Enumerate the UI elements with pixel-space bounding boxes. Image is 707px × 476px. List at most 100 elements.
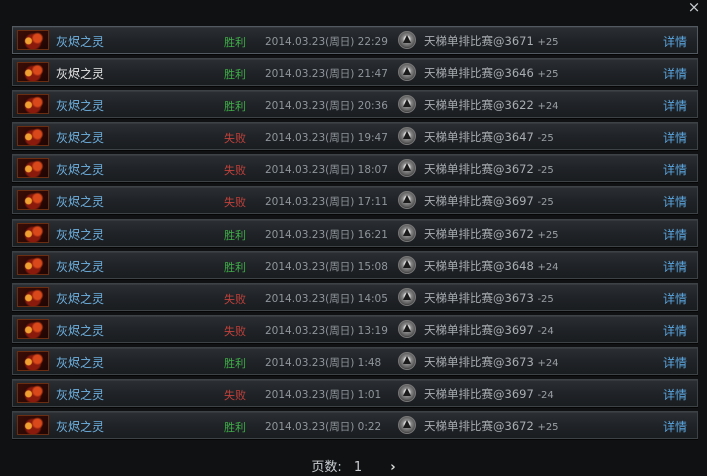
details-link[interactable]: 详情 [663,418,687,435]
hero-name[interactable]: 灰烬之灵 [56,322,104,339]
hero-portrait-icon [17,158,49,179]
details-link[interactable]: 详情 [663,193,687,210]
match-row[interactable]: 灰烬之灵 胜利 2014.03.23(周日) 0:22 天梯单排比赛@3672 +25… [12,411,698,440]
match-info: 天梯单排比赛@3673 +24 [424,354,559,370]
hero-name[interactable]: 灰烬之灵 [56,97,104,114]
score-change: +24 [537,101,559,113]
details-link[interactable]: 详情 [663,161,687,178]
hero-portrait-icon [17,254,49,275]
close-icon[interactable]: × [687,0,701,15]
match-info: 天梯单排比赛@3646 +25 [424,65,559,81]
hero-name[interactable]: 灰烬之灵 [56,129,104,146]
score-change: +25 [537,37,559,48]
match-time: 2014.03.23(周日) 22:29 [265,36,388,48]
match-row[interactable]: 灰烬之灵 失败 2014.03.23(周日) 1:01 天梯单排比赛@3697 -24… [12,379,698,408]
ladder-mode-icon [398,159,416,178]
ladder-mode-icon [398,63,416,82]
match-name: 天梯单排比赛@3672 [424,226,534,241]
match-info: 天梯单排比赛@3671 +25 [424,33,559,49]
details-link[interactable]: 详情 [663,290,687,307]
match-time: 2014.03.23(周日) 13:19 [265,324,388,337]
match-name: 天梯单排比赛@3673 [424,354,534,369]
hero-portrait-icon [17,350,49,371]
match-info: 天梯单排比赛@3697 -24 [424,322,554,338]
match-info: 天梯单排比赛@3622 +24 [424,97,559,113]
match-result: 胜利 [224,36,246,49]
hero-portrait-icon [17,190,49,211]
hero-portrait-icon [17,30,49,50]
score-change: -25 [537,133,554,145]
match-info: 天梯单排比赛@3672 +25 [424,418,559,434]
hero-name[interactable]: 灰烬之灵 [56,33,104,50]
match-name: 天梯单排比赛@3672 [424,162,534,177]
match-row[interactable]: 灰烬之灵 胜利 2014.03.23(周日) 16:21 天梯单排比赛@3672 +2… [12,218,698,247]
match-row[interactable]: 灰烬之灵 失败 2014.03.23(周日) 14:05 天梯单排比赛@3673 -2… [12,282,698,311]
hero-name[interactable]: 灰烬之灵 [56,386,104,403]
match-result: 胜利 [224,228,246,242]
match-info: 天梯单排比赛@3697 -24 [424,386,554,402]
ladder-mode-icon [398,191,416,210]
match-row[interactable]: 灰烬之灵 胜利 2014.03.23(周日) 20:36 天梯单排比赛@3622 +2… [12,90,698,119]
hero-name[interactable]: 灰烬之灵 [56,418,104,435]
hero-name[interactable]: 灰烬之灵 [56,354,104,371]
match-info: 天梯单排比赛@3648 +24 [424,258,559,274]
details-link[interactable]: 详情 [663,386,687,403]
hero-name[interactable]: 灰烬之灵 [56,161,104,178]
hero-name[interactable]: 灰烬之灵 [56,258,104,275]
match-row[interactable]: 灰烬之灵 胜利 2014.03.23(周日) 22:29 天梯单排比赛@3671 +2… [12,26,698,54]
pagination: 页数: 1 › [0,456,707,475]
match-result: 胜利 [224,68,246,82]
score-change: +25 [537,422,559,434]
match-row[interactable]: 灰烬之灵 胜利 2014.03.23(周日) 21:47 天梯单排比赛@3646 +2… [12,58,698,87]
match-time: 2014.03.23(周日) 18:07 [265,164,388,177]
ladder-mode-icon [398,95,416,114]
match-result: 胜利 [224,356,246,370]
match-result: 胜利 [224,421,246,435]
match-time: 2014.03.23(周日) 17:11 [265,196,388,209]
match-row[interactable]: 灰烬之灵 胜利 2014.03.23(周日) 15:08 天梯单排比赛@3648 +2… [12,250,698,279]
hero-portrait-icon [17,126,49,147]
match-info: 天梯单排比赛@3647 -25 [424,129,554,145]
ladder-mode-icon [398,127,416,146]
match-name: 天梯单排比赛@3697 [424,387,534,402]
match-name: 天梯单排比赛@3671 [424,34,534,48]
score-change: -25 [537,197,554,209]
details-link[interactable]: 详情 [663,65,687,82]
hero-name[interactable]: 灰烬之灵 [56,193,104,210]
match-time: 2014.03.23(周日) 1:01 [265,389,382,402]
page-count-label: 页数: [311,460,342,475]
hero-name[interactable]: 灰烬之灵 [56,226,104,243]
match-result: 失败 [224,164,246,178]
match-info: 天梯单排比赛@3672 +25 [424,226,559,242]
ladder-mode-icon [398,31,416,49]
match-row[interactable]: 灰烬之灵 失败 2014.03.23(周日) 18:07 天梯单排比赛@3672 -2… [12,154,698,183]
details-link[interactable]: 详情 [663,322,687,339]
details-link[interactable]: 详情 [663,97,687,114]
match-name: 天梯单排比赛@3697 [424,194,534,209]
hero-portrait-icon [17,222,49,243]
details-link[interactable]: 详情 [663,33,687,50]
current-page-number: 1 [353,460,363,475]
match-row[interactable]: 灰烬之灵 失败 2014.03.23(周日) 13:19 天梯单排比赛@3697 -2… [12,314,698,343]
match-result: 失败 [224,389,246,403]
hero-name[interactable]: 灰烬之灵 [56,65,104,82]
match-row[interactable]: 灰烬之灵 失败 2014.03.23(周日) 17:11 天梯单排比赛@3697 -2… [12,186,698,215]
details-link[interactable]: 详情 [663,354,687,371]
ladder-mode-icon [398,319,416,338]
match-time: 2014.03.23(周日) 15:08 [265,260,388,273]
next-page-icon[interactable]: › [390,460,395,475]
hero-name[interactable]: 灰烬之灵 [56,290,104,307]
score-change: +24 [537,357,559,369]
details-link[interactable]: 详情 [663,258,687,275]
match-info: 天梯单排比赛@3672 -25 [424,161,554,177]
match-result: 胜利 [224,260,246,274]
details-link[interactable]: 详情 [663,129,687,146]
match-time: 2014.03.23(周日) 19:47 [265,132,388,145]
details-link[interactable]: 详情 [663,226,687,243]
score-change: +24 [537,261,559,273]
ladder-mode-icon [398,287,416,306]
match-row[interactable]: 灰烬之灵 失败 2014.03.23(周日) 19:47 天梯单排比赛@3647 -2… [12,122,698,151]
match-info: 天梯单排比赛@3673 -25 [424,290,554,306]
match-row[interactable]: 灰烬之灵 胜利 2014.03.23(周日) 1:48 天梯单排比赛@3673 +24… [12,346,698,375]
hero-portrait-icon [17,383,49,404]
